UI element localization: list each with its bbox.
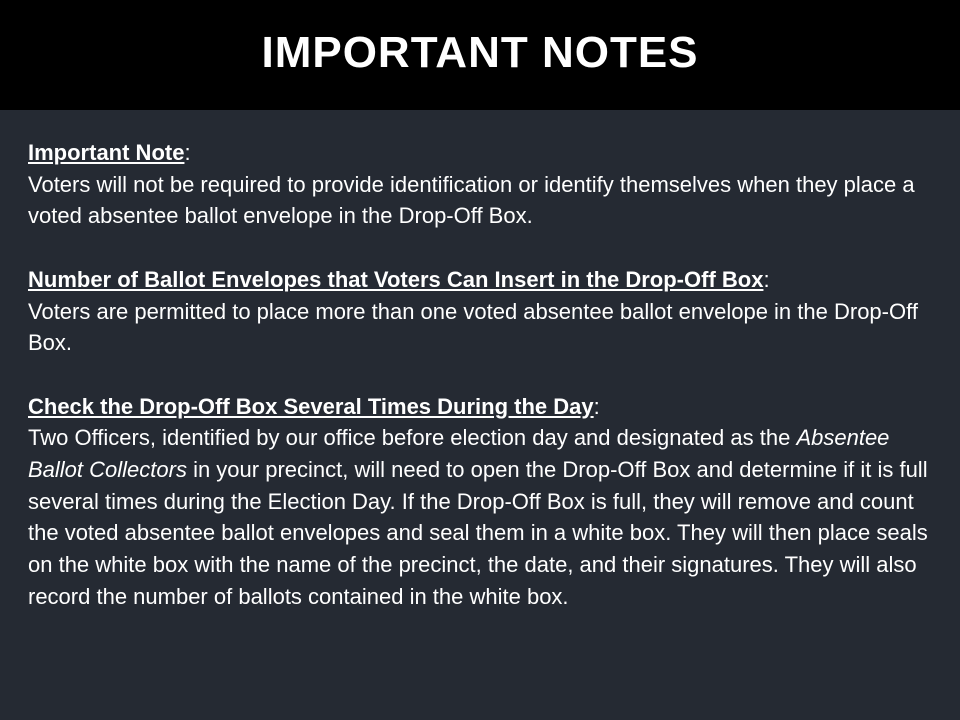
section-heading-line: Number of Ballot Envelopes that Voters C…: [28, 264, 933, 296]
section-text: Two Officers, identified by our office b…: [28, 422, 933, 612]
heading-colon: :: [763, 266, 770, 292]
section-heading-line: Important Note:: [28, 137, 933, 169]
note-section-check-drop-off-box: Check the Drop-Off Box Several Times Dur…: [28, 391, 933, 613]
slide-title: IMPORTANT NOTES: [261, 28, 699, 77]
section-text: Voters will not be required to provide i…: [28, 171, 915, 229]
note-section-identification: Important Note: Voters will not be requi…: [28, 137, 933, 232]
section-heading: Number of Ballot Envelopes that Voters C…: [28, 266, 764, 292]
section-heading: Important Note: [28, 140, 185, 165]
section-heading: Check the Drop-Off Box Several Times Dur…: [28, 393, 594, 419]
title-bar: IMPORTANT NOTES: [0, 0, 960, 110]
note-section-ballot-envelopes: Number of Ballot Envelopes that Voters C…: [28, 264, 933, 359]
section-text: Voters are permitted to place more than …: [28, 298, 918, 356]
section-text-before: Two Officers, identified by our office b…: [28, 425, 797, 451]
heading-colon: :: [184, 140, 191, 165]
heading-colon: :: [593, 393, 600, 419]
section-heading-line: Check the Drop-Off Box Several Times Dur…: [28, 391, 933, 423]
slide-body: Important Note: Voters will not be requi…: [28, 137, 933, 613]
slide: IMPORTANT NOTES Important Note: Voters w…: [0, 0, 960, 720]
